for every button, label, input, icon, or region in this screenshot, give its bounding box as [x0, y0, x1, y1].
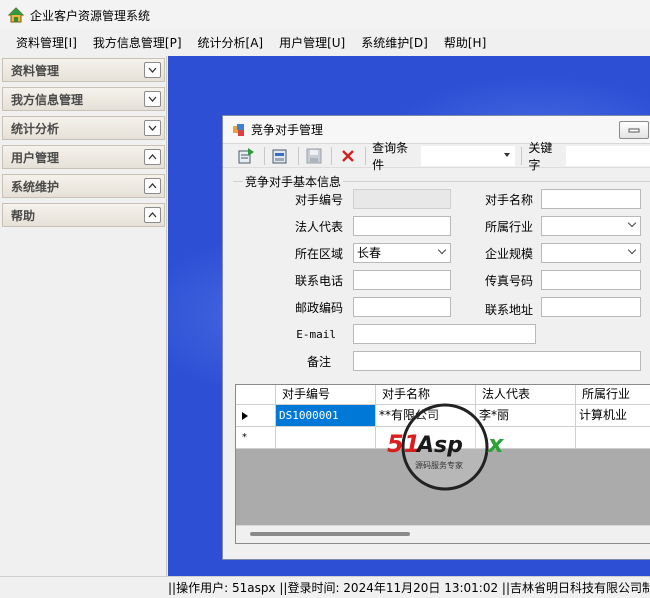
- address-field[interactable]: [541, 297, 641, 317]
- legal-rep-field[interactable]: [353, 216, 451, 236]
- current-row-icon: [242, 411, 248, 420]
- menu-bar: 资料管理[I] 我方信息管理[P] 统计分析[A] 用户管理[U] 系统维护[D…: [0, 32, 650, 54]
- email-label: E-mail: [296, 328, 336, 341]
- sidebar-item-our-info[interactable]: 我方信息管理: [2, 87, 165, 111]
- menu-item-data[interactable]: 资料管理[I]: [8, 32, 85, 54]
- minimize-button[interactable]: [619, 121, 649, 139]
- chevron-down-icon: [627, 218, 637, 228]
- fax-field[interactable]: [541, 270, 641, 290]
- competitor-id-label: 对手编号: [294, 193, 343, 207]
- query-condition-label: 查询条件: [372, 140, 409, 172]
- keyword-input[interactable]: [566, 145, 650, 166]
- chevron-up-icon[interactable]: [144, 178, 161, 194]
- zip-field[interactable]: [353, 297, 451, 317]
- save-icon[interactable]: [305, 146, 324, 166]
- phone-field[interactable]: [353, 270, 451, 290]
- svg-text:源码服务专家: 源码服务专家: [415, 460, 463, 470]
- grid-header-industry[interactable]: 所属行业: [576, 385, 650, 405]
- competitor-name-label: 对手名称: [484, 193, 533, 207]
- competitor-window-title: 竞争对手管理: [251, 123, 324, 137]
- edit-record-icon[interactable]: [271, 146, 290, 166]
- sidebar-item-label: 系统维护: [11, 179, 60, 194]
- sidebar-item-label: 帮助: [11, 208, 36, 223]
- grid-horizontal-scrollbar[interactable]: [236, 525, 650, 543]
- sidebar: 资料管理 我方信息管理 统计分析 用户管理 系统维护 帮助: [0, 56, 167, 576]
- menu-item-help[interactable]: 帮助[H]: [436, 32, 494, 54]
- sidebar-item-label: 我方信息管理: [11, 92, 84, 107]
- grid-corner-header: [236, 385, 276, 405]
- sidebar-item-system[interactable]: 系统维护: [2, 174, 165, 198]
- address-label: 联系地址: [484, 303, 533, 317]
- app-title: 企业客户资源管理系统: [30, 8, 151, 23]
- region-select[interactable]: 长春: [353, 243, 451, 263]
- menu-item-system[interactable]: 系统维护[D]: [353, 32, 436, 54]
- chevron-up-icon[interactable]: [144, 207, 161, 223]
- sidebar-item-help[interactable]: 帮助: [2, 203, 165, 227]
- competitor-name-field[interactable]: [541, 189, 641, 209]
- window-icon: [233, 123, 244, 136]
- toolbar-separator: [331, 146, 333, 165]
- industry-select[interactable]: [541, 216, 641, 236]
- phone-label: 联系电话: [294, 274, 343, 288]
- add-record-icon[interactable]: [237, 146, 256, 166]
- dropdown-arrow-icon: [504, 152, 511, 157]
- fax-label: 传真号码: [484, 274, 533, 288]
- grid-new-row-cell[interactable]: [276, 427, 376, 449]
- sidebar-item-data[interactable]: 资料管理: [2, 58, 165, 82]
- chevron-up-icon[interactable]: [144, 149, 161, 165]
- scrollbar-thumb[interactable]: [250, 532, 410, 536]
- watermark-logo: 51 Asp x 源码服务专家: [387, 403, 505, 491]
- toolbar: 查询条件 关键字: [223, 141, 650, 172]
- grid-new-row-header[interactable]: *: [236, 427, 276, 449]
- sidebar-item-users[interactable]: 用户管理: [2, 145, 165, 169]
- delete-icon[interactable]: [338, 146, 357, 166]
- toolbar-separator: [297, 146, 299, 165]
- competitor-id-field: [353, 189, 451, 209]
- grid-new-row-cell[interactable]: [576, 427, 650, 449]
- grid-cell[interactable]: 计算机业: [576, 405, 650, 427]
- sidebar-item-label: 统计分析: [11, 121, 60, 136]
- chevron-down-icon[interactable]: [144, 120, 161, 136]
- grid-row-header[interactable]: [236, 405, 276, 427]
- email-field[interactable]: [353, 324, 536, 344]
- chevron-down-icon[interactable]: [144, 91, 161, 107]
- region-label: 所在区域: [294, 247, 343, 261]
- zip-label: 邮政编码: [294, 301, 343, 315]
- competitor-window: 竞争对手管理 查询条件 关键字 竞争对手基本信息 对手编号 对手名称 法人代表 …: [222, 115, 650, 560]
- remark-field[interactable]: [353, 351, 641, 371]
- menu-item-statistics[interactable]: 统计分析[A]: [190, 32, 272, 54]
- scale-label: 企业规模: [484, 247, 533, 261]
- legal-rep-label: 法人代表: [294, 220, 343, 234]
- industry-label: 所属行业: [484, 220, 533, 234]
- remark-label: 备注: [306, 355, 331, 369]
- scale-select[interactable]: [541, 243, 641, 263]
- toolbar-separator: [263, 146, 265, 165]
- chevron-down-icon: [627, 245, 637, 255]
- region-value: 长春: [357, 246, 382, 260]
- toolbar-separator: [365, 146, 367, 165]
- app-titlebar: 企业客户资源管理系统: [0, 0, 650, 30]
- sidebar-item-statistics[interactable]: 统计分析: [2, 116, 165, 140]
- chevron-down-icon: [437, 245, 447, 255]
- chevron-down-icon[interactable]: [144, 62, 161, 78]
- svg-text:51: 51: [387, 430, 420, 458]
- menu-item-users[interactable]: 用户管理[U]: [271, 32, 353, 54]
- menu-item-our-info[interactable]: 我方信息管理[P]: [85, 32, 190, 54]
- status-bar: ||操作用户: 51aspx ||登录时间: 2024年11月20日 13:01…: [0, 576, 650, 598]
- query-condition-select[interactable]: [421, 145, 516, 166]
- competitor-window-titlebar: 竞争对手管理: [223, 116, 650, 144]
- grid-cell[interactable]: DS1000001: [276, 405, 376, 427]
- sidebar-item-label: 资料管理: [11, 63, 60, 78]
- svg-text:Asp: Asp: [415, 433, 463, 458]
- grid-header-id[interactable]: 对手编号: [276, 385, 376, 405]
- basic-info-group-title: 竞争对手基本信息: [243, 173, 344, 190]
- house-icon: [8, 7, 24, 23]
- svg-text:x: x: [487, 430, 505, 458]
- toolbar-separator: [521, 146, 523, 165]
- sidebar-item-label: 用户管理: [11, 150, 60, 165]
- keyword-label: 关键字: [528, 140, 553, 172]
